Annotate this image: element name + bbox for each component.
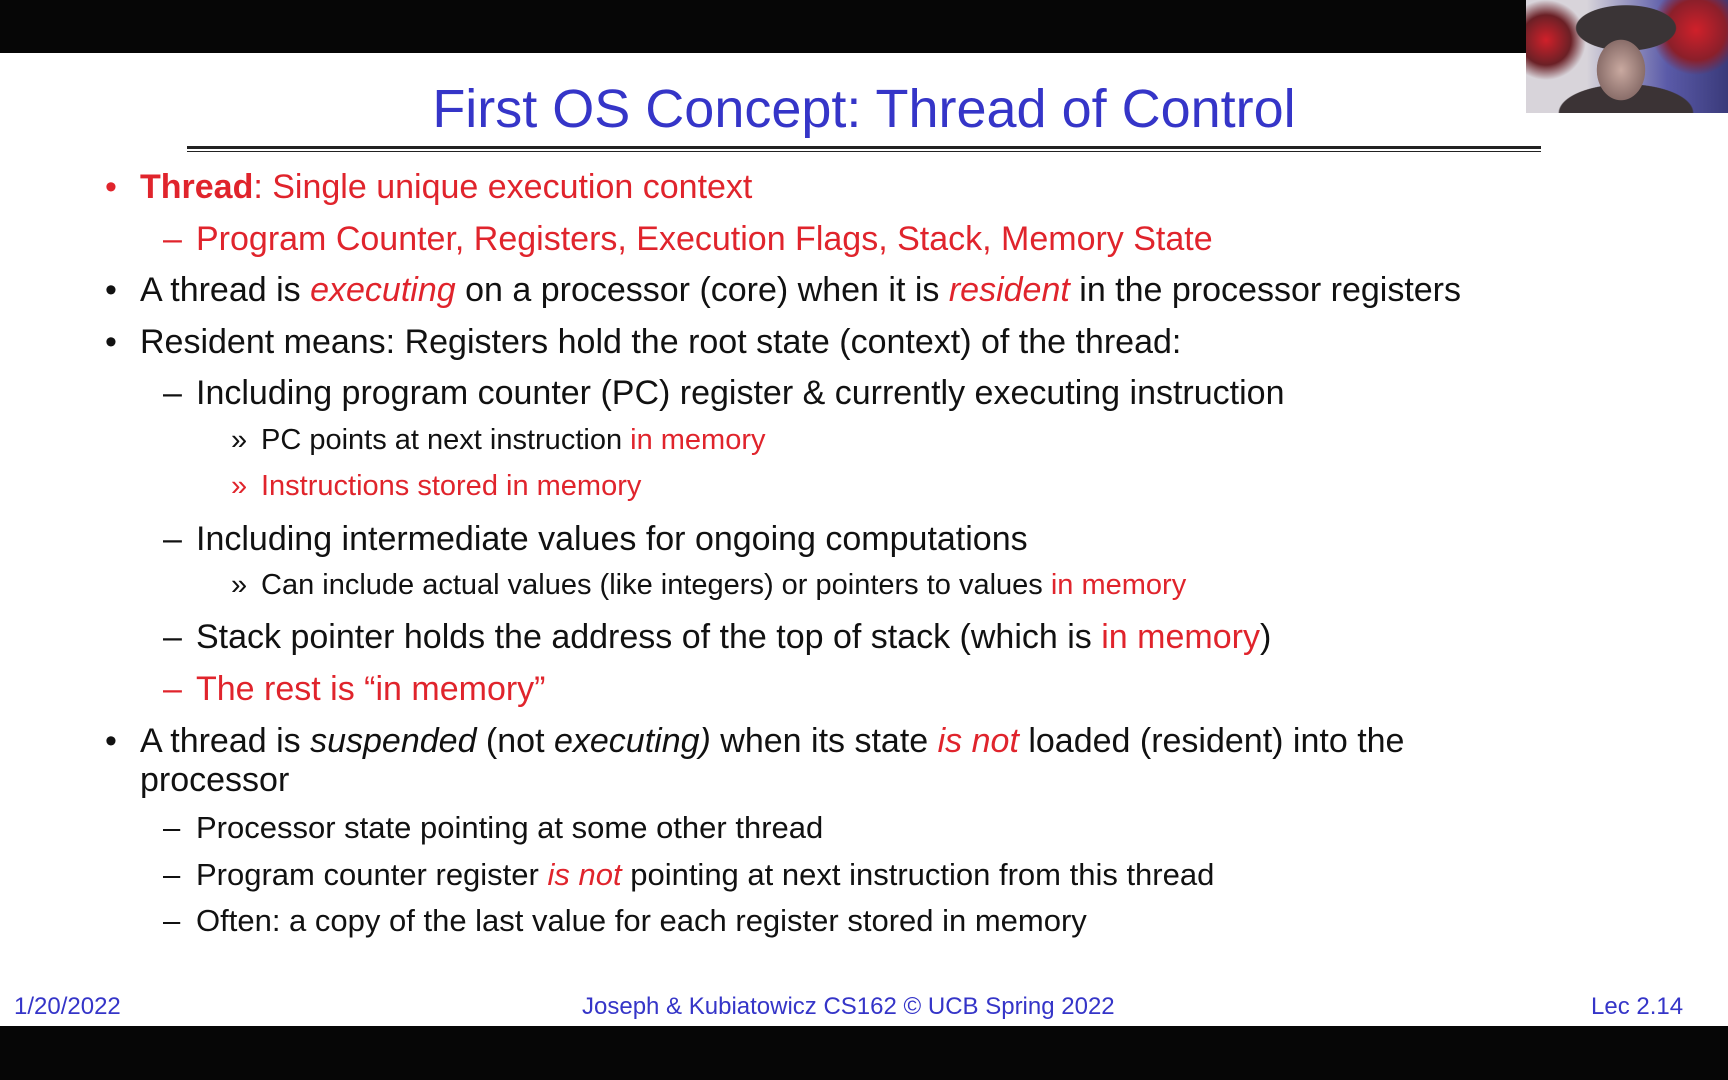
- text-segment: suspended: [310, 722, 477, 760]
- text-segment: processor: [140, 761, 290, 799]
- text-segment: in memory: [1050, 569, 1187, 601]
- text-segment: Including program counter (PC) register …: [196, 374, 1285, 412]
- bullet-text-level-1: A thread is suspended (not executing) wh…: [140, 724, 1404, 758]
- bullet-marker: »: [231, 470, 248, 502]
- text-segment: Program Counter, Registers, Execution Fl…: [196, 220, 1213, 258]
- slide-title: First OS Concept: Thread of Control: [432, 79, 1296, 139]
- bullet-marker: •: [105, 722, 117, 760]
- text-segment: executing): [553, 722, 711, 760]
- text-segment: PC points at next instruction: [261, 424, 631, 456]
- bullet-marker: –: [163, 220, 182, 258]
- bullet-text-level-3: Can include actual values (like integers…: [261, 571, 1186, 600]
- bullet-marker: –: [163, 374, 182, 412]
- text-segment: ): [1259, 618, 1272, 656]
- text-segment: loaded (resident) into the: [1018, 722, 1405, 760]
- bullet-marker: •: [105, 271, 117, 309]
- text-segment: Often: a copy of the last value for each…: [196, 903, 1087, 938]
- bullet-text-level-2: Including intermediate values for ongoin…: [196, 522, 1028, 556]
- bullet-text-level-1: Resident means: Registers hold the root …: [140, 325, 1181, 359]
- footer-slide-number: Lec 2.14: [1591, 993, 1684, 1020]
- text-segment: Processor state pointing at some other t…: [196, 810, 824, 845]
- bullet-marker: –: [163, 903, 181, 938]
- bullet-marker: •: [105, 168, 117, 206]
- bullet-text-level-2: Processor state pointing at some other t…: [196, 812, 823, 843]
- bullet-text-level-2: Program Counter, Registers, Execution Fl…: [196, 222, 1213, 256]
- text-segment: The rest is “in memory”: [196, 670, 546, 708]
- bullet-text-level-2: The rest is “in memory”: [196, 672, 546, 706]
- bullet-marker: •: [105, 323, 117, 361]
- bullet-marker: –: [163, 670, 182, 708]
- bullet-text-level-2: Often: a copy of the last value for each…: [196, 905, 1087, 936]
- text-segment: Resident means: Registers hold the root …: [140, 323, 1182, 361]
- footer-date: 1/20/2022: [14, 993, 121, 1020]
- bullet-text-level-2: Including program counter (PC) register …: [196, 376, 1284, 410]
- text-segment: is not: [547, 857, 622, 892]
- bullet-text-level-3: PC points at next instruction in memory: [261, 426, 766, 455]
- text-segment: in the processor registers: [1069, 271, 1461, 309]
- text-segment: resident: [948, 271, 1070, 309]
- text-segment: on a processor (core) when it is: [455, 271, 949, 309]
- bullet-marker: »: [231, 424, 248, 456]
- bullet-marker: –: [163, 618, 182, 656]
- bullet-text-level-2: Stack pointer holds the address of the t…: [196, 620, 1271, 654]
- text-segment: : Single unique execution context: [253, 168, 753, 206]
- bullet-text-level-1: processor: [140, 763, 289, 797]
- title-divider: [187, 146, 1541, 149]
- text-segment: Stack pointer holds the address of the t…: [196, 618, 1102, 656]
- text-segment: A thread is: [140, 722, 311, 760]
- bullet-text-level-2: Program counter register is not pointing…: [196, 859, 1214, 890]
- text-segment: in memory: [1101, 618, 1260, 656]
- text-segment: A thread is: [140, 271, 311, 309]
- text-segment: Instructions stored in memory: [261, 470, 642, 502]
- text-segment: Thread: [140, 168, 254, 206]
- footer-course: Joseph & Kubiatowicz CS162 © UCB Spring …: [582, 993, 1115, 1020]
- top-letterbox: [0, 0, 1728, 53]
- text-segment: Can include actual values (like integers…: [261, 569, 1051, 601]
- text-segment: pointing at next instruction from this t…: [621, 857, 1215, 892]
- bullet-text-level-3: Instructions stored in memory: [261, 472, 641, 501]
- bottom-letterbox: [0, 1026, 1728, 1080]
- text-segment: executing: [310, 271, 456, 309]
- text-segment: in memory: [630, 424, 766, 456]
- text-segment: (not: [476, 722, 554, 760]
- bullet-marker: –: [163, 857, 181, 892]
- text-segment: Including intermediate values for ongoin…: [196, 520, 1028, 558]
- bullet-marker: –: [163, 810, 181, 845]
- title-divider-thin: [187, 151, 1541, 152]
- bullet-marker: –: [163, 520, 182, 558]
- text-segment: is not: [937, 722, 1019, 760]
- text-segment: Program counter register: [196, 857, 548, 892]
- bullet-text-level-1: Thread: Single unique execution context: [140, 170, 752, 204]
- text-segment: when its state: [710, 722, 938, 760]
- bullet-marker: »: [231, 569, 248, 601]
- bullet-text-level-1: A thread is executing on a processor (co…: [140, 273, 1461, 307]
